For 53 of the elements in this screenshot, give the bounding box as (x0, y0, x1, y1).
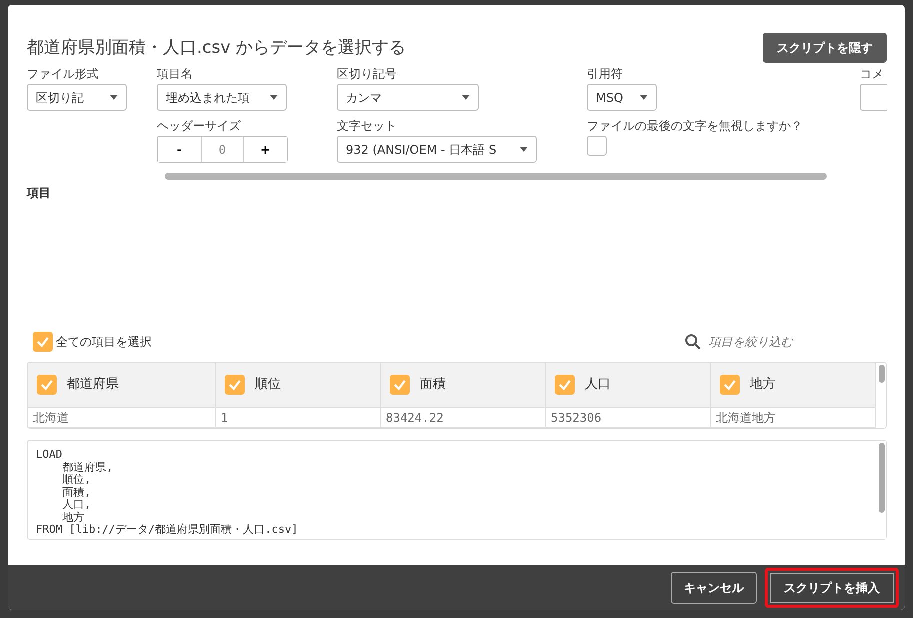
dropdown[interactable]: MSQ (587, 84, 657, 111)
field-label: 区切り記号 (337, 66, 398, 83)
caret-icon (110, 95, 118, 100)
column-header[interactable]: 都道府県 (28, 363, 215, 408)
column-header[interactable]: 面積 (381, 363, 545, 408)
column-header[interactable]: 地方 (711, 363, 875, 408)
caret-icon (640, 95, 648, 100)
number-field[interactable]: 0 (201, 137, 244, 162)
check-icon (393, 378, 407, 392)
check-icon (40, 378, 54, 392)
check-icon (723, 378, 737, 392)
table-cell: 北海道 (28, 408, 215, 428)
column-header[interactable]: 順位 (216, 363, 380, 408)
field-label: 文字セット (337, 118, 398, 135)
field-label: ファイル形式 (27, 66, 100, 83)
caret-icon (270, 95, 278, 100)
dropdown[interactable]: 932 (ANSI/OEM - 日本語 S (337, 136, 537, 163)
search-icon (685, 334, 701, 350)
field-label: ヘッダーサイズ (157, 118, 242, 135)
table-cell: 北海道地方 (711, 408, 875, 428)
scrollbar[interactable] (879, 443, 885, 513)
checkbox[interactable] (587, 136, 607, 156)
check-icon (36, 335, 50, 349)
table-cell: 5352306 (546, 408, 710, 428)
field-label: 引用符 (587, 66, 624, 83)
select-all-label: 全ての項目を選択 (56, 334, 152, 351)
footer-button[interactable]: スクリプトを挿入 (765, 568, 899, 608)
dropdown[interactable]: 区切り記 (27, 84, 127, 111)
footer-button[interactable]: キャンセル (671, 572, 757, 604)
table-cell: 1 (216, 408, 380, 428)
dropdown[interactable]: 埋め込まれた項 (157, 84, 287, 111)
checkbox[interactable] (390, 375, 410, 395)
caret-icon (462, 95, 470, 100)
check-icon (228, 378, 242, 392)
field-label: ファイルの最後の文字を無視しますか？ (587, 118, 804, 135)
hide-script-button[interactable]: スクリプトを隠す (763, 33, 887, 63)
scrollbar[interactable] (165, 173, 827, 180)
field-label: コメ (860, 66, 885, 83)
script-text: LOAD 都道府県, 順位, 面積, 人口, 地方 FROM [lib://データ/都道府県別面積・人口.csv] (35, 447, 300, 538)
column-header[interactable]: 人口 (546, 363, 710, 408)
checkbox[interactable] (33, 332, 53, 352)
dropdown[interactable]: カンマ (337, 84, 479, 111)
check-icon (558, 378, 572, 392)
field-label: 項目名 (157, 66, 194, 83)
dialog-title: 都道府県別面積・人口.csv からデータを選択する (27, 38, 406, 58)
caret-icon (520, 147, 528, 152)
checkbox[interactable] (37, 375, 57, 395)
checkbox[interactable] (555, 375, 575, 395)
checkbox[interactable] (225, 375, 245, 395)
checkbox[interactable] (720, 375, 740, 395)
section-heading: 項目 (27, 185, 52, 202)
table-cell: 83424.22 (381, 408, 545, 428)
scrollbar[interactable] (879, 365, 885, 383)
